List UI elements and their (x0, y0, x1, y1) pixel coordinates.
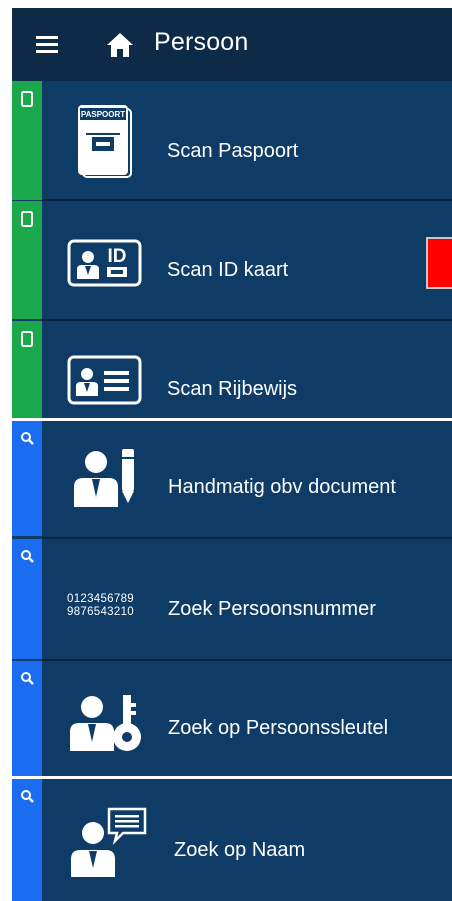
search-icon (21, 672, 34, 685)
scan-stripe (12, 321, 42, 418)
passport-text: PASPOORT (81, 110, 125, 119)
id-badge-text: ID (108, 246, 127, 267)
menu-item-zoek-persoonsnummer[interactable]: 0123456789 9876543210 Zoek Persoonsnumme… (12, 539, 452, 659)
menu-item-label: Scan Paspoort (167, 140, 299, 162)
search-stripe (12, 779, 42, 901)
app-screen: Persoon PASPOORT Scan Paspoort ID Scan I… (12, 8, 452, 901)
phone-icon (21, 91, 33, 107)
search-icon (21, 550, 34, 563)
page-title: Persoon (154, 28, 249, 56)
menu-item-handmatig-obv-document[interactable]: Handmatig obv document (12, 421, 452, 536)
search-stripe (12, 661, 42, 776)
number-icon: 0123456789 9876543210 (67, 593, 134, 618)
scan-stripe (12, 201, 42, 319)
menu-item-label: Scan Rijbewijs (167, 378, 298, 400)
menu-item-label: Handmatig obv document (168, 476, 396, 498)
menu-item-zoek-op-naam[interactable]: Zoek op Naam (12, 779, 452, 901)
menu-item-label: Scan ID kaart (167, 259, 289, 281)
scan-stripe (12, 81, 42, 200)
number-line-2: 9876543210 (67, 605, 134, 618)
menu-item-label: Zoek Persoonsnummer (168, 598, 376, 620)
person-speech-icon (71, 807, 147, 877)
menu-item-scan-paspoort[interactable]: PASPOORT Scan Paspoort (12, 81, 452, 200)
menu-item-zoek-op-persoonssleutel[interactable]: Zoek op Persoonssleutel (12, 661, 452, 776)
search-stripe (12, 539, 42, 659)
menu-item-scan-rijbewijs[interactable]: Scan Rijbewijs (12, 321, 452, 418)
person-key-icon (70, 695, 141, 751)
id-card-icon: ID (67, 239, 142, 287)
top-app-bar: Persoon (12, 8, 452, 81)
number-line-1: 0123456789 (67, 593, 134, 605)
search-icon (21, 790, 34, 803)
search-icon (21, 432, 34, 445)
person-pencil-icon (74, 449, 134, 507)
driving-license-icon (67, 355, 142, 405)
alert-tab[interactable] (426, 237, 452, 289)
passport-icon: PASPOORT (78, 105, 132, 178)
search-stripe (12, 421, 42, 536)
phone-icon (21, 331, 33, 347)
menu-item-label: Zoek op Persoonssleutel (168, 717, 389, 739)
hamburger-menu-icon[interactable] (34, 30, 62, 60)
phone-icon (21, 211, 33, 227)
menu-item-scan-id-kaart[interactable]: ID Scan ID kaart (12, 201, 452, 319)
home-icon[interactable] (104, 30, 136, 60)
menu-item-label: Zoek op Naam (174, 839, 306, 861)
